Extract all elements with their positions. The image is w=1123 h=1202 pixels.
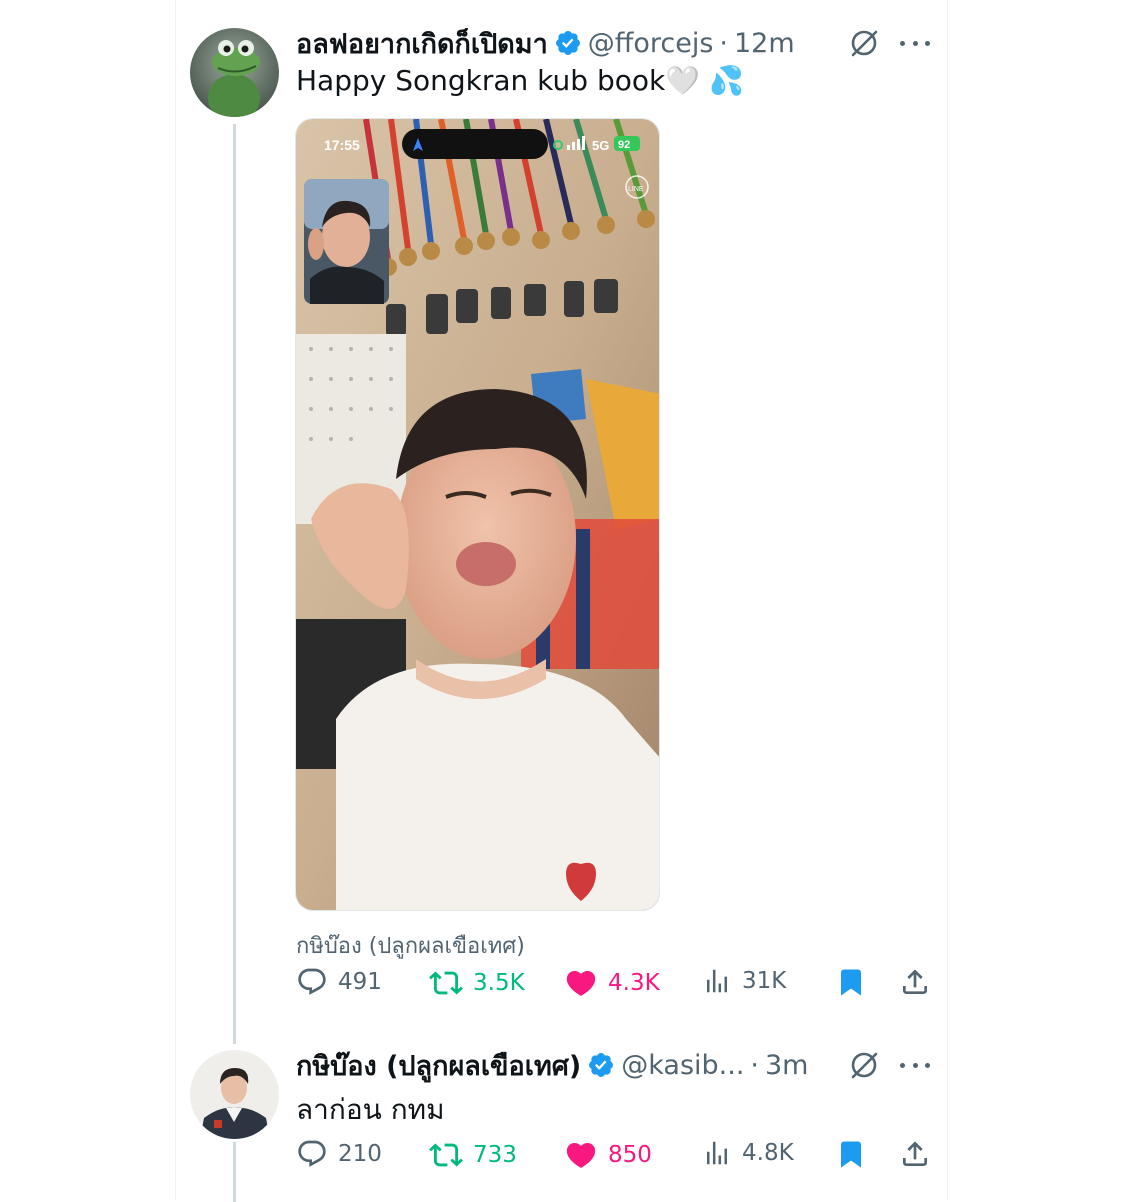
media-attribution[interactable]: กษิบ๊อง (ปลูกผลเขือเทศ)	[296, 928, 525, 963]
bookmark-icon	[836, 966, 866, 998]
tweet-1-actions: 491 3.5K 4.3K 31K	[296, 966, 930, 1002]
avatar-person-image	[190, 1050, 279, 1139]
thread-connector-line-bottom	[233, 1142, 236, 1202]
timestamp[interactable]: 3m	[765, 1050, 808, 1081]
share-button[interactable]	[899, 966, 931, 998]
picture-in-picture-video[interactable]	[304, 179, 389, 304]
tweet-1-header: อลฟอยากเกิดก็เปิดมา @fforcejs · 12m	[296, 26, 795, 60]
app-badge: LINE	[628, 186, 644, 193]
verified-badge-icon	[554, 29, 582, 57]
share-icon	[899, 1138, 931, 1170]
like-button[interactable]: 850	[564, 1138, 652, 1172]
reply-count: 491	[338, 969, 382, 995]
share-icon	[899, 966, 931, 998]
tweet-2-actions: 210 733 850 4.8K	[296, 1138, 930, 1174]
reply-icon	[296, 966, 328, 998]
repost-button[interactable]: 733	[429, 1138, 517, 1172]
verified-badge-icon	[587, 1051, 615, 1079]
bookmark-button[interactable]	[836, 966, 866, 998]
separator-dot: ·	[750, 1049, 759, 1081]
views-button[interactable]: 31K	[702, 966, 786, 996]
heart-icon	[564, 966, 598, 1000]
display-name[interactable]: กษิบ๊อง (ปลูกผลเขือเทศ)	[296, 1044, 581, 1087]
repost-icon	[429, 966, 463, 1000]
reply-button[interactable]: 210	[296, 1138, 382, 1170]
grok-icon[interactable]	[849, 1050, 879, 1080]
separator-dot: ·	[719, 27, 728, 59]
view-count: 31K	[742, 968, 787, 994]
thread-connector-line	[233, 124, 236, 1044]
tweet-2-header: กษิบ๊อง (ปลูกผลเขือเทศ) @kasib... · 3m	[296, 1048, 808, 1082]
handle[interactable]: @fforcejs	[588, 28, 714, 59]
like-count: 850	[608, 1142, 652, 1168]
like-count: 4.3K	[608, 970, 660, 996]
bookmark-icon	[836, 1138, 866, 1170]
views-icon	[702, 1138, 732, 1168]
like-button[interactable]: 4.3K	[564, 966, 660, 1000]
more-icon[interactable]	[900, 38, 930, 48]
avatar-frog-image	[190, 28, 279, 117]
repost-count: 3.5K	[473, 970, 525, 996]
views-icon	[702, 966, 732, 996]
status-network: 5G	[592, 138, 609, 153]
more-icon[interactable]	[900, 1060, 930, 1070]
tweet-text: Happy Songkran kub book🤍 💦	[296, 64, 744, 97]
heart-icon	[564, 1138, 598, 1172]
tweet-text: ลาก่อน กทม	[296, 1093, 445, 1126]
tweet-media-video-call-screenshot[interactable]: 17:55 5G 92 LINE	[295, 118, 660, 911]
avatar-fforcejs[interactable]	[190, 28, 279, 117]
share-button[interactable]	[899, 1138, 931, 1170]
handle[interactable]: @kasib...	[621, 1050, 744, 1081]
repost-icon	[429, 1138, 463, 1172]
repost-button[interactable]: 3.5K	[429, 966, 525, 1000]
reply-count: 210	[338, 1141, 382, 1167]
timestamp[interactable]: 12m	[734, 28, 795, 59]
status-battery: 92	[618, 139, 630, 151]
display-name[interactable]: อลฟอยากเกิดก็เปิดมา	[296, 22, 548, 65]
bookmark-button[interactable]	[836, 1138, 866, 1170]
media-image: 17:55 5G 92 LINE	[296, 119, 659, 910]
avatar-kasib[interactable]	[190, 1050, 279, 1139]
grok-icon[interactable]	[849, 28, 879, 58]
status-time: 17:55	[324, 137, 360, 153]
reply-icon	[296, 1138, 328, 1170]
repost-count: 733	[473, 1142, 517, 1168]
reply-button[interactable]: 491	[296, 966, 382, 998]
view-count: 4.8K	[742, 1140, 794, 1166]
views-button[interactable]: 4.8K	[702, 1138, 794, 1168]
